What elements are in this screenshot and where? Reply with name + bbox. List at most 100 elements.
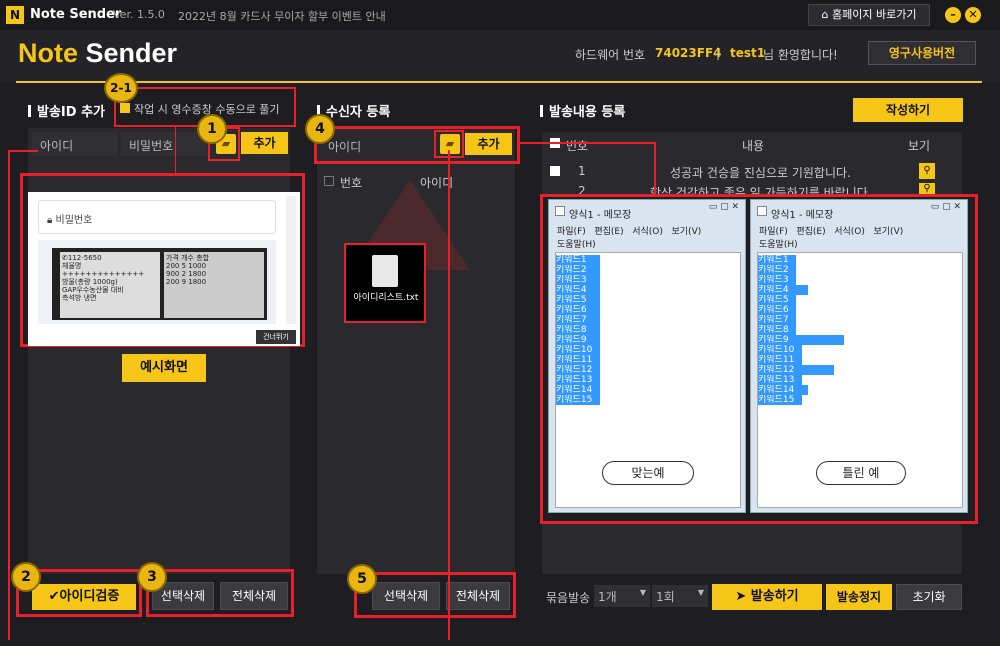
keyword-line: 키워드10 [758,345,802,355]
window-controls: ▭ ▢ ✕ [930,202,961,212]
keyword-list-wrong: 키워드1 키워드2 키워드3 키워드4 키워드5 키워드6 키워드7 키워드8 … [758,253,962,405]
keyword-line: 키워드15 [758,395,802,405]
bundle-select[interactable]: 1개 ▼ [594,585,650,607]
keyword-line: 키워드8 [758,325,796,335]
notepad-menu: 파일(F) 편집(E) 서식(O) 보기(V) 도움말(H) [759,226,903,252]
keyword-line: 키워드14 [556,385,600,395]
step-badge-2: 2 [11,562,41,592]
add-id-button[interactable]: 추가 [241,132,288,154]
license-button[interactable]: 영구사용버전 [868,41,976,65]
receipt-line: ++++++++++++++ [62,270,145,278]
brand-sender: Sender [85,38,178,68]
receipt-image: ✆112-5650 체율명 ++++++++++++++ 방울(총량 1000g… [52,248,267,320]
send-button[interactable]: ➤ 발송하기 [712,584,822,610]
example-password-field: 🔒︎ 비밀번호 [38,200,276,234]
keyword-line: 키워드1 [758,255,796,265]
menu-format[interactable]: 서식(O) [632,227,663,237]
chevron-down-icon: ▼ [639,588,646,597]
menu-help[interactable]: 도움말(H) [557,240,596,250]
file-drop-item[interactable]: 아이디리스트.txt [344,243,426,323]
menu-file[interactable]: 파일(F) [557,227,586,237]
skip-button: 건너뛰기 [256,330,296,344]
menu-edit[interactable]: 편집(E) [796,227,825,237]
step-badge-5: 5 [347,564,377,594]
brand-note: Note [18,38,78,68]
keyword-line: 키워드4 [556,285,600,295]
step-badge-3: 3 [137,562,167,592]
add-recipient-button[interactable]: 추가 [465,133,512,155]
notepad-body: 키워드1 키워드2 키워드3 키워드4 키워드5 키워드6 키워드7 키워드8 … [757,252,963,508]
pointer-line [520,142,656,144]
receipt-line: 체율명 [62,262,82,270]
content-row-checkbox[interactable] [550,166,560,176]
menu-view[interactable]: 보기(V) [874,227,904,237]
col-content: 내용 [742,139,765,153]
pointer-line [654,142,656,196]
homepage-button-label: 홈페이지 바로가기 [832,8,917,21]
write-button[interactable]: 작성하기 [853,98,963,122]
menu-format[interactable]: 서식(O) [834,227,865,237]
notepad-icon [555,206,565,216]
keyword-line: 키워드13 [556,375,600,385]
notepad-wrong: 양식1 - 메모장 ▭ ▢ ✕ 파일(F) 편집(E) 서식(O) 보기(V) … [750,199,968,513]
header-separator: | [716,46,721,60]
app-name: Note Sender [30,7,122,22]
brand-logo: Note Sender [18,38,177,69]
menu-view[interactable]: 보기(V) [672,227,702,237]
keyword-line: 키워드15 [556,395,600,405]
notepad-title: 양식1 - 메모장 [771,210,834,221]
select-all-checkbox[interactable] [324,176,334,186]
verify-id-button[interactable]: ✔아이디검증 [32,584,136,610]
hardware-value: 74023FF4 [655,46,722,60]
password-input[interactable]: 비밀번호 [121,132,207,156]
keyword-line: 키워드7 [758,315,796,325]
notepad-icon [757,206,767,216]
reset-button[interactable]: 초기화 [896,584,962,610]
keyword-line: 키워드9 [758,335,844,345]
recipient-delete-all[interactable]: 전체삭제 [446,582,510,610]
bundle-label: 묶음발송 [546,591,591,605]
send-button-label: 발송하기 [750,589,799,604]
file-name: 아이디리스트.txt [353,293,419,303]
receipt-paper-right: 가격 개수 총합 200 5 1000 900 2 1800 200 9 180… [164,252,264,318]
homepage-button[interactable]: ⌂ 홈페이지 바로가기 [808,4,930,26]
menu-edit[interactable]: 편집(E) [594,227,623,237]
wrong-example-label: 틀린 예 [816,461,906,485]
correct-example-label: 맞는예 [602,461,694,485]
keyword-line: 키워드11 [556,355,600,365]
receipt-line: GAP우수농산물 대비 [62,286,124,294]
step-badge-2-1: 2-1 [104,73,138,103]
recipient-delete-selected[interactable]: 선택삭제 [372,582,440,610]
col-view: 보기 [908,139,931,153]
content-row-number: 1 [578,164,586,178]
menu-help[interactable]: 도움말(H) [759,240,798,250]
keyword-line: 키워드5 [758,295,796,305]
minimize-button[interactable]: – [945,7,961,23]
close-button[interactable]: ✕ [965,7,981,23]
pointer-line [8,150,38,152]
keyword-list-correct: 키워드1 키워드2 키워드3 키워드4 키워드5 키워드6 키워드7 키워드8 … [556,253,600,405]
delete-all-button[interactable]: 전체삭제 [220,582,288,610]
keyword-line: 키워드10 [556,345,600,355]
app-logo: N [6,6,24,24]
notice-link[interactable]: 2022년 8월 카드사 무이자 할부 이벤트 안내 [178,8,386,24]
receipt-line: 200 5 1000 [166,262,207,270]
keyword-line: 키워드12 [758,365,834,375]
example-password-label: 비밀번호 [55,215,93,226]
example-scrollbar [286,196,296,324]
id-input[interactable]: 아이디 [32,132,118,156]
keyword-line: 키워드9 [556,335,600,345]
col-content-number: 번호 [566,139,589,153]
stop-send-button[interactable]: 발송정지 [826,584,892,610]
welcome-text: 님 환영합니다! [763,48,838,62]
send-icon: ➤ [735,589,751,604]
menu-file[interactable]: 파일(F) [759,227,788,237]
search-icon[interactable]: ⚲ [919,163,935,179]
home-icon: ⌂ [821,8,832,21]
lock-icon: 🔒︎ [47,215,56,226]
app-version: Ver. 1.5.0 [113,8,165,21]
recipient-id-input[interactable]: 아이디 [320,133,432,155]
receipt-line: 방울(총량 1000g) [62,278,118,286]
keyword-line: 키워드6 [758,305,796,315]
times-select[interactable]: 1회 ▼ [652,585,708,607]
